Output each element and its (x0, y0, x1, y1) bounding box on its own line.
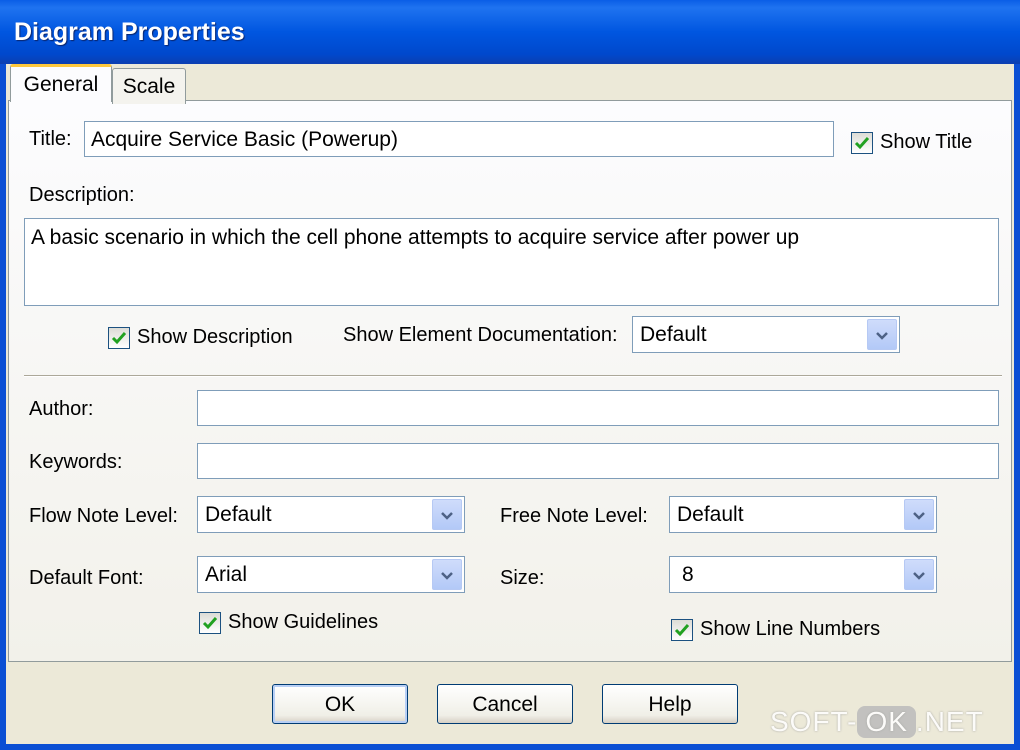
title-input[interactable]: Acquire Service Basic (Powerup) (84, 121, 834, 157)
checkmark-icon (202, 617, 218, 630)
window-frame-bottom (0, 744, 1020, 750)
watermark-left: SOFT- (770, 706, 858, 737)
size-select[interactable]: 8 (669, 556, 937, 593)
flow-note-level-select[interactable]: Default (197, 496, 465, 533)
size-value: 8 (682, 563, 694, 586)
show-guidelines-label: Show Guidelines (228, 611, 379, 633)
description-label: Description: (29, 184, 135, 206)
tab-scale[interactable]: Scale (112, 68, 186, 104)
show-description-label: Show Description (137, 326, 293, 348)
keywords-input[interactable] (197, 443, 999, 479)
window-title: Diagram Properties (14, 18, 245, 46)
chevron-down-icon[interactable] (432, 559, 462, 590)
free-note-level-value: Default (677, 503, 744, 526)
chevron-down-icon[interactable] (904, 499, 934, 530)
cancel-button[interactable]: Cancel (437, 684, 573, 724)
checkmark-icon (854, 137, 870, 150)
checkmark-icon (111, 332, 127, 345)
window-frame-left (0, 64, 6, 750)
author-input[interactable] (197, 390, 999, 426)
checkmark-icon (674, 624, 690, 637)
chevron-down-icon[interactable] (867, 319, 897, 350)
show-element-doc-label: Show Element Documentation: (343, 324, 618, 346)
watermark-right: .NET (915, 706, 984, 737)
tab-general-label: General (23, 73, 99, 96)
default-font-value: Arial (205, 563, 248, 586)
ok-button[interactable]: OK (272, 684, 408, 724)
author-label: Author: (29, 398, 94, 420)
cancel-button-label: Cancel (472, 693, 538, 716)
flow-note-level-label: Flow Note Level: (29, 505, 178, 527)
show-line-numbers-label: Show Line Numbers (700, 618, 881, 640)
show-element-doc-select[interactable]: Default (632, 316, 900, 353)
flow-note-level-value: Default (205, 503, 272, 526)
description-textarea[interactable]: A basic scenario in which the cell phone… (24, 218, 999, 306)
watermark: SOFT- OK .NET (770, 706, 984, 738)
title-bar[interactable]: Diagram Properties (0, 0, 1020, 64)
free-note-level-label: Free Note Level: (500, 505, 648, 527)
keywords-label: Keywords: (29, 451, 123, 473)
divider (24, 375, 1002, 377)
title-label: Title: (29, 128, 72, 150)
size-label: Size: (500, 567, 545, 589)
default-font-select[interactable]: Arial (197, 556, 465, 593)
tab-general[interactable]: General (10, 64, 112, 102)
show-title-checkbox[interactable] (851, 132, 873, 154)
chevron-down-icon[interactable] (904, 559, 934, 590)
show-description-checkbox[interactable] (108, 327, 130, 349)
show-element-doc-value: Default (640, 323, 707, 346)
show-guidelines-checkbox[interactable] (199, 612, 221, 634)
help-button[interactable]: Help (602, 684, 738, 724)
show-line-numbers-checkbox[interactable] (671, 619, 693, 641)
watermark-box: OK (857, 706, 916, 738)
ok-button-label: OK (324, 693, 356, 716)
window-frame-right (1014, 64, 1020, 750)
help-button-label: Help (648, 693, 692, 716)
chevron-down-icon[interactable] (432, 499, 462, 530)
dialog-window: Diagram Properties General Scale Title: … (0, 0, 1020, 750)
free-note-level-select[interactable]: Default (669, 496, 937, 533)
show-title-label: Show Title (880, 131, 973, 153)
tab-scale-label: Scale (122, 75, 176, 98)
default-font-label: Default Font: (29, 567, 144, 589)
